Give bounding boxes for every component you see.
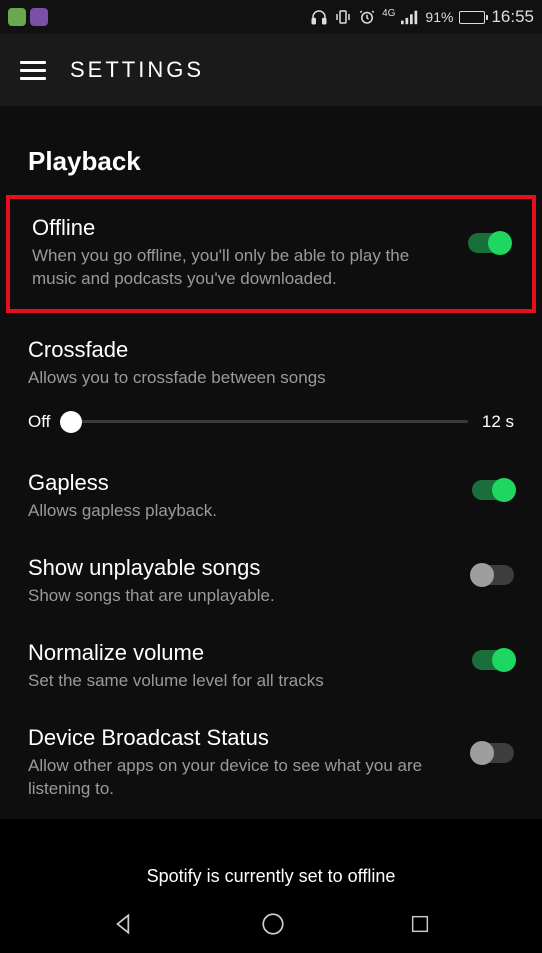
notif-app-icon-2 — [30, 8, 48, 26]
toggle-broadcast[interactable] — [472, 743, 514, 763]
toggle-unplayable[interactable] — [472, 565, 514, 585]
nav-recent-icon[interactable] — [409, 913, 431, 935]
setting-offline[interactable]: Offline When you go offline, you'll only… — [10, 201, 532, 309]
toggle-gapless[interactable] — [472, 480, 514, 500]
battery-percent: 91% — [425, 9, 453, 25]
signal-icon — [401, 9, 419, 25]
setting-normalize-title: Normalize volume — [28, 640, 458, 666]
battery-icon — [459, 11, 485, 24]
setting-broadcast[interactable]: Device Broadcast Status Allow other apps… — [0, 711, 542, 819]
toggle-offline[interactable] — [468, 233, 510, 253]
setting-broadcast-desc: Allow other apps on your device to see w… — [28, 755, 458, 801]
menu-icon[interactable] — [20, 61, 46, 80]
headphones-icon — [310, 8, 328, 26]
setting-crossfade-desc: Allows you to crossfade between songs — [28, 367, 514, 390]
highlight-offline: Offline When you go offline, you'll only… — [6, 195, 536, 313]
nav-home-icon[interactable] — [260, 911, 286, 937]
alarm-icon — [358, 8, 376, 26]
settings-content: Playback Offline When you go offline, yo… — [0, 106, 542, 819]
app-header: SETTINGS — [0, 34, 542, 106]
status-right: 4G 91% 16:55 — [310, 7, 534, 27]
status-bar: 4G 91% 16:55 — [0, 0, 542, 34]
setting-crossfade-title: Crossfade — [28, 337, 514, 363]
setting-gapless-desc: Allows gapless playback. — [28, 500, 458, 523]
setting-offline-title: Offline — [32, 215, 454, 241]
section-title-playback: Playback — [0, 106, 542, 195]
toggle-normalize[interactable] — [472, 650, 514, 670]
caption-text: Spotify is currently set to offline — [0, 858, 542, 895]
status-time: 16:55 — [491, 7, 534, 27]
slider-crossfade-row: Off 12 s — [0, 396, 542, 456]
setting-offline-desc: When you go offline, you'll only be able… — [32, 245, 454, 291]
setting-gapless[interactable]: Gapless Allows gapless playback. — [0, 456, 542, 541]
slider-crossfade[interactable] — [64, 420, 467, 423]
setting-unplayable[interactable]: Show unplayable songs Show songs that ar… — [0, 541, 542, 626]
notif-app-icon-1 — [8, 8, 26, 26]
nav-back-icon[interactable] — [111, 911, 137, 937]
vibrate-icon — [334, 8, 352, 26]
setting-unplayable-desc: Show songs that are unplayable. — [28, 585, 458, 608]
setting-gapless-title: Gapless — [28, 470, 458, 496]
setting-unplayable-title: Show unplayable songs — [28, 555, 458, 581]
system-nav-bar — [0, 895, 542, 953]
slider-min-label: Off — [28, 412, 50, 432]
setting-crossfade: Crossfade Allows you to crossfade betwee… — [0, 323, 542, 396]
setting-broadcast-title: Device Broadcast Status — [28, 725, 458, 751]
slider-thumb[interactable] — [60, 411, 82, 433]
page-title: SETTINGS — [70, 57, 204, 83]
network-type: 4G — [382, 8, 395, 19]
status-left — [8, 8, 48, 26]
setting-normalize-desc: Set the same volume level for all tracks — [28, 670, 458, 693]
setting-normalize[interactable]: Normalize volume Set the same volume lev… — [0, 626, 542, 711]
slider-max-label: 12 s — [482, 412, 514, 432]
